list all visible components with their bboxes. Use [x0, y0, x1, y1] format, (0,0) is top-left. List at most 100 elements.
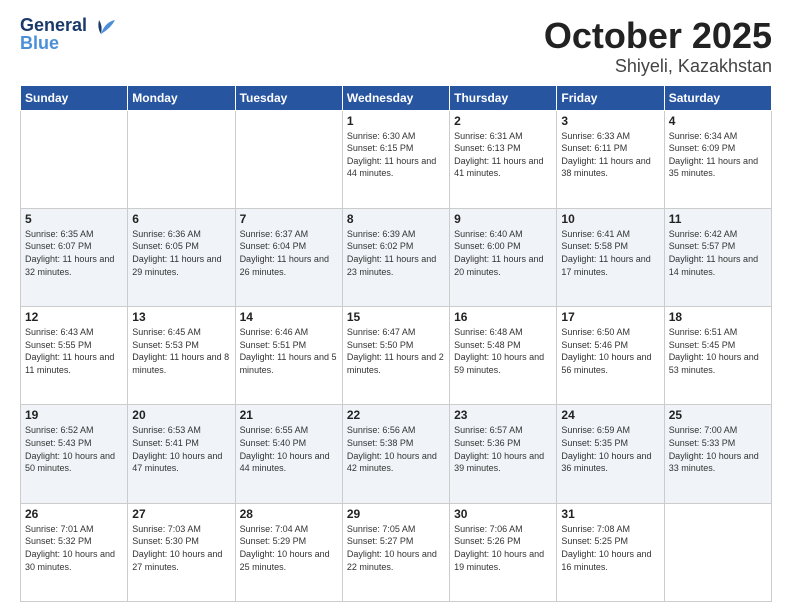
day-info: Sunrise: 6:46 AM Sunset: 5:51 PM Dayligh…	[240, 326, 338, 376]
day-number: 16	[454, 310, 552, 324]
day-info: Sunrise: 6:31 AM Sunset: 6:13 PM Dayligh…	[454, 130, 552, 180]
calendar-cell	[21, 110, 128, 208]
day-info: Sunrise: 7:00 AM Sunset: 5:33 PM Dayligh…	[669, 424, 767, 474]
calendar-week-row: 12Sunrise: 6:43 AM Sunset: 5:55 PM Dayli…	[21, 307, 772, 405]
day-number: 10	[561, 212, 659, 226]
logo-general: General	[20, 16, 87, 34]
calendar-cell: 22Sunrise: 6:56 AM Sunset: 5:38 PM Dayli…	[342, 405, 449, 503]
day-info: Sunrise: 6:40 AM Sunset: 6:00 PM Dayligh…	[454, 228, 552, 278]
day-info: Sunrise: 7:06 AM Sunset: 5:26 PM Dayligh…	[454, 523, 552, 573]
calendar-cell: 27 Sunrise: 7:03 AM Sunset: 5:30 PM Dayli…	[128, 503, 235, 601]
day-number: 1	[347, 114, 445, 128]
day-info: Sunrise: 6:37 AM Sunset: 6:04 PM Dayligh…	[240, 228, 338, 278]
location-title: Shiyeli, Kazakhstan	[544, 56, 772, 77]
day-info: Sunrise: 6:47 AM Sunset: 5:50 PM Dayligh…	[347, 326, 445, 376]
day-number: 15	[347, 310, 445, 324]
day-number: 29	[347, 507, 445, 521]
day-number: 13	[132, 310, 230, 324]
day-number: 3	[561, 114, 659, 128]
calendar-cell: 4 Sunrise: 6:34 AM Sunset: 6:09 PM Daylig…	[664, 110, 771, 208]
page: General Blue October 2025 Shiyeli, Kazak…	[0, 0, 792, 612]
calendar-day-header: Sunday	[21, 85, 128, 110]
day-info: Sunrise: 6:33 AM Sunset: 6:11 PM Dayligh…	[561, 130, 659, 180]
day-number: 4	[669, 114, 767, 128]
day-number: 2	[454, 114, 552, 128]
logo-blue: Blue	[20, 34, 87, 52]
day-number: 31	[561, 507, 659, 521]
calendar-cell: 21Sunrise: 6:55 AM Sunset: 5:40 PM Dayli…	[235, 405, 342, 503]
calendar-cell: 26Sunrise: 7:01 AM Sunset: 5:32 PM Dayli…	[21, 503, 128, 601]
calendar-cell: 6 Sunrise: 6:36 AM Sunset: 6:05 PM Daylig…	[128, 208, 235, 306]
day-info: Sunrise: 7:08 AM Sunset: 5:25 PM Dayligh…	[561, 523, 659, 573]
calendar-cell: 12Sunrise: 6:43 AM Sunset: 5:55 PM Dayli…	[21, 307, 128, 405]
day-number: 12	[25, 310, 123, 324]
day-number: 17	[561, 310, 659, 324]
day-number: 6	[132, 212, 230, 226]
calendar-cell: 23 Sunrise: 6:57 AM Sunset: 5:36 PM Dayli…	[450, 405, 557, 503]
calendar-cell: 5 Sunrise: 6:35 AM Sunset: 6:07 PM Daylig…	[21, 208, 128, 306]
day-info: Sunrise: 6:41 AM Sunset: 5:58 PM Dayligh…	[561, 228, 659, 278]
day-info: Sunrise: 6:56 AM Sunset: 5:38 PM Dayligh…	[347, 424, 445, 474]
day-info: Sunrise: 6:35 AM Sunset: 6:07 PM Dayligh…	[25, 228, 123, 278]
day-info: Sunrise: 7:03 AM Sunset: 5:30 PM Dayligh…	[132, 523, 230, 573]
calendar-table: SundayMondayTuesdayWednesdayThursdayFrid…	[20, 85, 772, 602]
calendar-cell: 8Sunrise: 6:39 AM Sunset: 6:02 PM Daylig…	[342, 208, 449, 306]
calendar-header-row: SundayMondayTuesdayWednesdayThursdayFrid…	[21, 85, 772, 110]
calendar-cell: 11 Sunrise: 6:42 AM Sunset: 5:57 PM Dayli…	[664, 208, 771, 306]
day-info: Sunrise: 6:30 AM Sunset: 6:15 PM Dayligh…	[347, 130, 445, 180]
day-info: Sunrise: 6:53 AM Sunset: 5:41 PM Dayligh…	[132, 424, 230, 474]
calendar-cell: 28 Sunrise: 7:04 AM Sunset: 5:29 PM Dayli…	[235, 503, 342, 601]
calendar-cell: 19 Sunrise: 6:52 AM Sunset: 5:43 PM Dayli…	[21, 405, 128, 503]
day-info: Sunrise: 6:34 AM Sunset: 6:09 PM Dayligh…	[669, 130, 767, 180]
calendar-week-row: 1 Sunrise: 6:30 AM Sunset: 6:15 PM Daylig…	[21, 110, 772, 208]
logo: General Blue	[20, 16, 119, 52]
day-info: Sunrise: 6:42 AM Sunset: 5:57 PM Dayligh…	[669, 228, 767, 278]
calendar-cell: 30Sunrise: 7:06 AM Sunset: 5:26 PM Dayli…	[450, 503, 557, 601]
day-number: 27	[132, 507, 230, 521]
calendar-cell: 1 Sunrise: 6:30 AM Sunset: 6:15 PM Daylig…	[342, 110, 449, 208]
day-number: 23	[454, 408, 552, 422]
day-info: Sunrise: 6:52 AM Sunset: 5:43 PM Dayligh…	[25, 424, 123, 474]
calendar-cell	[664, 503, 771, 601]
day-info: Sunrise: 6:36 AM Sunset: 6:05 PM Dayligh…	[132, 228, 230, 278]
calendar-week-row: 19 Sunrise: 6:52 AM Sunset: 5:43 PM Dayli…	[21, 405, 772, 503]
calendar-day-header: Tuesday	[235, 85, 342, 110]
calendar-cell: 14 Sunrise: 6:46 AM Sunset: 5:51 PM Dayli…	[235, 307, 342, 405]
header: General Blue October 2025 Shiyeli, Kazak…	[20, 16, 772, 77]
day-number: 14	[240, 310, 338, 324]
day-info: Sunrise: 7:04 AM Sunset: 5:29 PM Dayligh…	[240, 523, 338, 573]
calendar-cell: 25Sunrise: 7:00 AM Sunset: 5:33 PM Dayli…	[664, 405, 771, 503]
day-number: 20	[132, 408, 230, 422]
day-number: 11	[669, 212, 767, 226]
day-info: Sunrise: 6:51 AM Sunset: 5:45 PM Dayligh…	[669, 326, 767, 376]
month-title: October 2025	[544, 16, 772, 56]
calendar-cell	[128, 110, 235, 208]
calendar-cell: 29 Sunrise: 7:05 AM Sunset: 5:27 PM Dayli…	[342, 503, 449, 601]
title-block: October 2025 Shiyeli, Kazakhstan	[544, 16, 772, 77]
day-info: Sunrise: 6:39 AM Sunset: 6:02 PM Dayligh…	[347, 228, 445, 278]
calendar-day-header: Monday	[128, 85, 235, 110]
calendar-cell: 2 Sunrise: 6:31 AM Sunset: 6:13 PM Daylig…	[450, 110, 557, 208]
day-info: Sunrise: 7:05 AM Sunset: 5:27 PM Dayligh…	[347, 523, 445, 573]
calendar-cell	[235, 110, 342, 208]
calendar-cell: 10 Sunrise: 6:41 AM Sunset: 5:58 PM Dayli…	[557, 208, 664, 306]
calendar-cell: 20 Sunrise: 6:53 AM Sunset: 5:41 PM Dayli…	[128, 405, 235, 503]
calendar-cell: 13Sunrise: 6:45 AM Sunset: 5:53 PM Dayli…	[128, 307, 235, 405]
day-number: 19	[25, 408, 123, 422]
calendar-cell: 7Sunrise: 6:37 AM Sunset: 6:04 PM Daylig…	[235, 208, 342, 306]
day-info: Sunrise: 6:48 AM Sunset: 5:48 PM Dayligh…	[454, 326, 552, 376]
day-info: Sunrise: 6:50 AM Sunset: 5:46 PM Dayligh…	[561, 326, 659, 376]
day-info: Sunrise: 6:57 AM Sunset: 5:36 PM Dayligh…	[454, 424, 552, 474]
day-number: 5	[25, 212, 123, 226]
calendar-cell: 18Sunrise: 6:51 AM Sunset: 5:45 PM Dayli…	[664, 307, 771, 405]
calendar-day-header: Saturday	[664, 85, 771, 110]
calendar-cell: 9Sunrise: 6:40 AM Sunset: 6:00 PM Daylig…	[450, 208, 557, 306]
day-number: 28	[240, 507, 338, 521]
calendar-cell: 31 Sunrise: 7:08 AM Sunset: 5:25 PM Dayli…	[557, 503, 664, 601]
calendar-week-row: 5 Sunrise: 6:35 AM Sunset: 6:07 PM Daylig…	[21, 208, 772, 306]
day-number: 24	[561, 408, 659, 422]
day-number: 21	[240, 408, 338, 422]
calendar-day-header: Wednesday	[342, 85, 449, 110]
calendar-day-header: Friday	[557, 85, 664, 110]
calendar-cell: 24Sunrise: 6:59 AM Sunset: 5:35 PM Dayli…	[557, 405, 664, 503]
